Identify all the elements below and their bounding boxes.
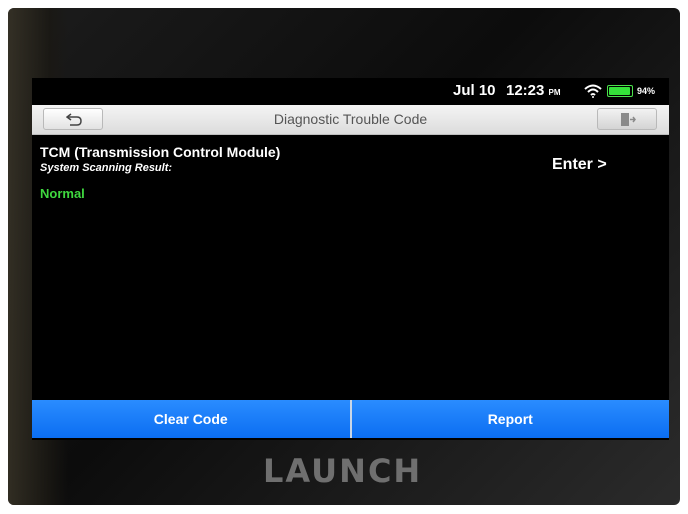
scan-result-label: System Scanning Result: xyxy=(40,162,173,174)
module-name: TCM (Transmission Control Module) xyxy=(40,144,281,160)
clear-code-button[interactable]: Clear Code xyxy=(32,400,350,438)
exit-door-icon xyxy=(621,113,636,126)
scan-tool-device: Jul 10 12:23 PM 94% Diagnostic Trouble C… xyxy=(8,8,680,505)
scan-result-status: Normal xyxy=(40,186,85,201)
battery-icon xyxy=(607,85,633,97)
scan-result-panel: TCM (Transmission Control Module) System… xyxy=(32,135,669,390)
status-date: Jul 10 xyxy=(453,82,496,99)
brand-logo: LAUNCH xyxy=(263,452,423,490)
device-screen: Jul 10 12:23 PM 94% Diagnostic Trouble C… xyxy=(32,78,669,440)
title-bar: Diagnostic Trouble Code xyxy=(32,105,669,135)
status-bar: Jul 10 12:23 PM 94% xyxy=(32,78,669,105)
status-time: 12:23 PM xyxy=(506,82,561,99)
back-arrow-icon xyxy=(66,113,82,126)
status-ampm: PM xyxy=(548,88,561,97)
report-button[interactable]: Report xyxy=(351,400,669,438)
exit-button[interactable] xyxy=(597,108,657,130)
back-button[interactable] xyxy=(43,108,103,130)
wifi-icon xyxy=(584,84,602,98)
battery-percent: 94% xyxy=(637,86,656,96)
page-title: Diagnostic Trouble Code xyxy=(273,111,428,127)
action-bar: Clear Code Report xyxy=(32,400,669,438)
battery-fill xyxy=(609,87,630,95)
status-clock: 12:23 xyxy=(506,82,545,99)
enter-button[interactable]: Enter > xyxy=(552,156,607,174)
